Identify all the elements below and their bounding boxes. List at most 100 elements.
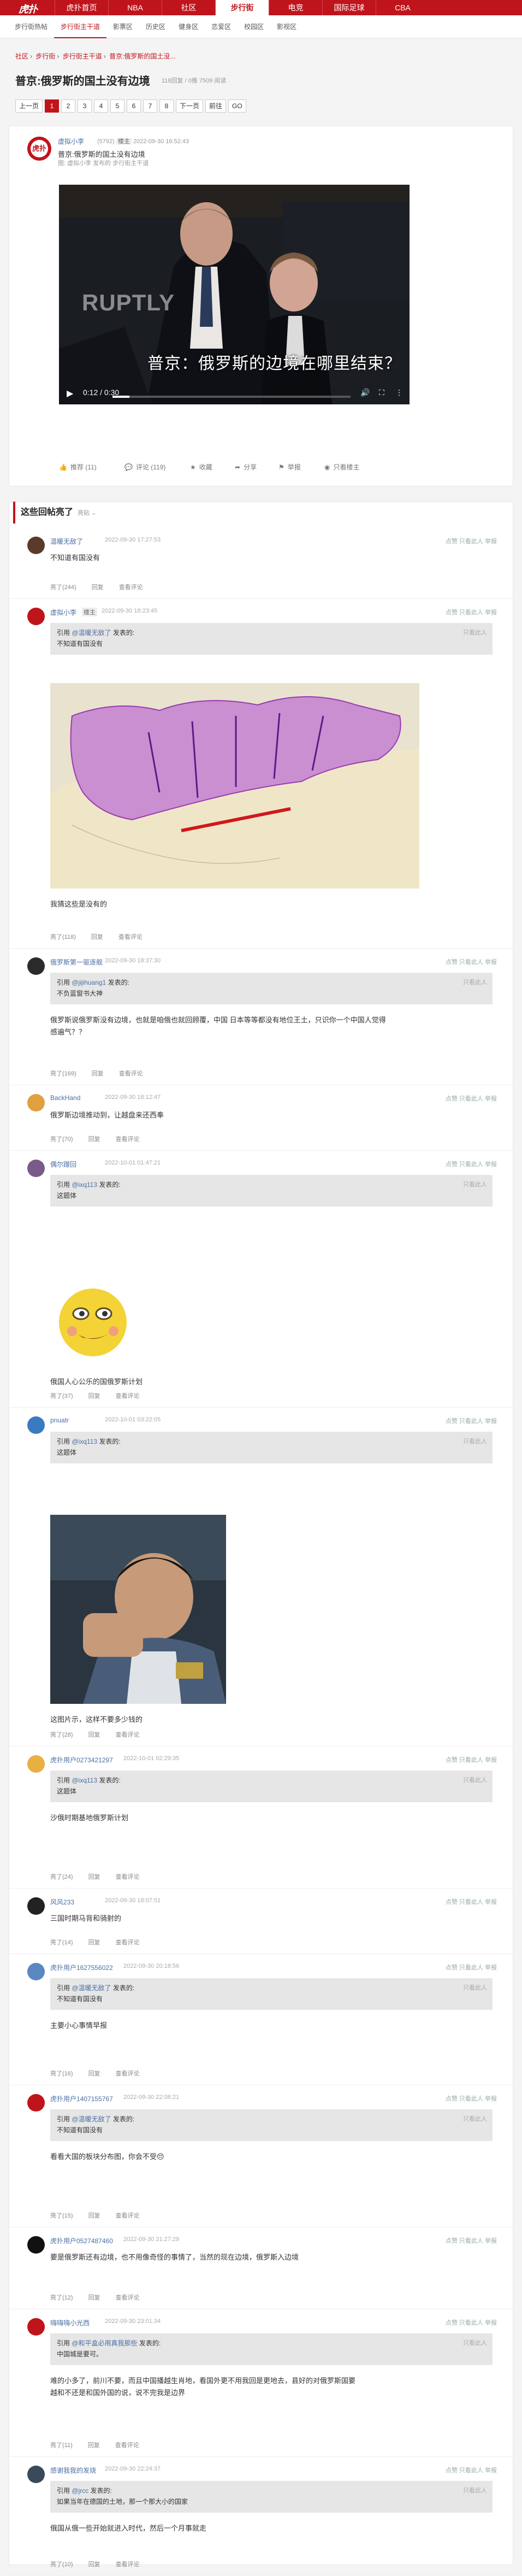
reply-actions[interactable]: 点赞 只看此人 举报 bbox=[446, 1160, 497, 1168]
reply-author[interactable]: 温暖无敌了 bbox=[50, 537, 83, 546]
nav-cba[interactable]: CBA bbox=[376, 0, 429, 15]
favorite-button[interactable]: ★ 收藏 bbox=[190, 462, 212, 472]
sub-hot[interactable]: 步行街热帖 bbox=[8, 15, 54, 38]
reply-actions[interactable]: 点赞 只看此人 举报 bbox=[446, 1897, 497, 1906]
quote-author[interactable]: @ixq113 bbox=[72, 1438, 97, 1445]
light-button[interactable]: 亮了(12) bbox=[50, 2293, 73, 2302]
page-8[interactable]: 8 bbox=[159, 99, 174, 113]
reply-button[interactable]: 回复 bbox=[88, 1391, 100, 1400]
avatar[interactable] bbox=[27, 537, 45, 554]
crumb-post[interactable]: 普京:俄罗斯的国土没... bbox=[109, 52, 175, 60]
avatar[interactable] bbox=[27, 2236, 45, 2254]
light-hint[interactable]: 亮贴 ⌄ bbox=[78, 510, 96, 516]
light-button[interactable]: 亮了(10) bbox=[50, 2560, 73, 2568]
reply-actions[interactable]: 点赞 只看此人 举报 bbox=[446, 608, 497, 616]
page-2[interactable]: 2 bbox=[61, 99, 76, 113]
view-comments-button[interactable]: 查看评论 bbox=[116, 2069, 140, 2078]
light-button[interactable]: 亮了(28) bbox=[50, 1730, 73, 1739]
fullscreen-icon[interactable]: ⛶ bbox=[379, 388, 384, 397]
reply-author[interactable]: 嗨嗨嗨小光西 bbox=[50, 2318, 90, 2327]
sub-campus[interactable]: 校园区 bbox=[238, 15, 270, 38]
view-comments-button[interactable]: 查看评论 bbox=[116, 1938, 140, 1946]
light-button[interactable]: 亮了(24) bbox=[50, 1872, 73, 1881]
view-comments-button[interactable]: 查看评论 bbox=[116, 1730, 140, 1739]
view-comments-button[interactable]: 查看评论 bbox=[116, 2211, 140, 2220]
author-name[interactable]: 虚拟小李 bbox=[58, 137, 84, 146]
sub-main[interactable]: 步行街主干道 bbox=[54, 15, 107, 38]
play-icon[interactable]: ▶ bbox=[67, 388, 73, 399]
quote-author[interactable]: @温暖无敌了 bbox=[72, 2115, 111, 2123]
reply-button[interactable]: 回复 bbox=[91, 932, 103, 941]
avatar[interactable] bbox=[27, 1094, 45, 1111]
reply-button[interactable]: 回复 bbox=[88, 1730, 100, 1739]
light-button[interactable]: 亮了(169) bbox=[50, 1069, 76, 1078]
sub-movie[interactable]: 影票区 bbox=[106, 15, 139, 38]
light-button[interactable]: 亮了(14) bbox=[50, 1938, 73, 1946]
reply-author[interactable]: pnuatr bbox=[50, 1416, 69, 1424]
view-comments-button[interactable]: 查看评论 bbox=[116, 1134, 140, 1143]
avatar[interactable] bbox=[27, 2318, 45, 2336]
reply-actions[interactable]: 点赞 只看此人 举报 bbox=[446, 2318, 497, 2327]
avatar[interactable] bbox=[27, 1755, 45, 1773]
reply-button[interactable]: 回复 bbox=[88, 2293, 100, 2302]
quote-author[interactable]: @jijihuang1 bbox=[72, 979, 106, 986]
quote-author[interactable]: @温暖无敌了 bbox=[72, 1984, 111, 1992]
view-comments-button[interactable]: 查看评论 bbox=[116, 2560, 140, 2568]
page-4[interactable]: 4 bbox=[94, 99, 109, 113]
reply-actions[interactable]: 点赞 只看此人 举报 bbox=[446, 1416, 497, 1425]
goto-button[interactable]: GO bbox=[228, 99, 246, 113]
avatar[interactable] bbox=[27, 1897, 45, 1915]
next-page-button[interactable]: 下一页 bbox=[176, 99, 204, 113]
avatar[interactable] bbox=[27, 608, 45, 625]
quote-author[interactable]: @ixq113 bbox=[72, 1181, 97, 1189]
volume-icon[interactable]: 🔊 bbox=[360, 388, 370, 397]
reply-actions[interactable]: 点赞 只看此人 举报 bbox=[446, 957, 497, 966]
nav-home[interactable]: 虎扑首页 bbox=[55, 0, 108, 15]
reply-actions[interactable]: 点赞 只看此人 举报 bbox=[446, 537, 497, 545]
avatar[interactable] bbox=[27, 2094, 45, 2112]
light-button[interactable]: 亮了(16) bbox=[50, 2069, 73, 2078]
hupu-logo[interactable]: 虎扑 bbox=[19, 2, 47, 15]
reply-author[interactable]: 虎扑用户1407155767 bbox=[50, 2094, 113, 2103]
reply-button[interactable]: 回复 bbox=[88, 1938, 100, 1946]
nav-nba[interactable]: NBA bbox=[108, 0, 162, 15]
light-button[interactable]: 亮了(37) bbox=[50, 1391, 73, 1400]
view-comments-button[interactable]: 查看评论 bbox=[116, 1391, 140, 1400]
avatar[interactable] bbox=[27, 2466, 45, 2483]
reply-author[interactable]: 虚拟小李 bbox=[50, 608, 76, 617]
sub-history[interactable]: 历史区 bbox=[139, 15, 172, 38]
reply-author[interactable]: 俄罗斯第一驱逐舰 bbox=[50, 957, 103, 967]
op-only-button[interactable]: ◉ 只看楼主 bbox=[324, 462, 360, 472]
video-progress-track[interactable] bbox=[112, 396, 351, 398]
comment-button[interactable]: 💬 评论 (119) bbox=[124, 462, 165, 472]
quote-author[interactable]: @温暖无敌了 bbox=[72, 629, 111, 637]
quote-author[interactable]: @ixq113 bbox=[72, 1777, 97, 1784]
view-comments-button[interactable]: 查看评论 bbox=[115, 2440, 139, 2449]
view-comments-button[interactable]: 查看评论 bbox=[119, 583, 143, 591]
reply-button[interactable]: 回复 bbox=[88, 2211, 100, 2220]
quote-author[interactable]: @jrcc bbox=[72, 2487, 88, 2495]
reply-button[interactable]: 回复 bbox=[88, 2440, 100, 2449]
page-5[interactable]: 5 bbox=[110, 99, 125, 113]
reply-actions[interactable]: 点赞 只看此人 举报 bbox=[446, 2466, 497, 2474]
page-3[interactable]: 3 bbox=[78, 99, 92, 113]
sub-fitness[interactable]: 健身区 bbox=[172, 15, 205, 38]
page-7[interactable]: 7 bbox=[143, 99, 158, 113]
crumb-bxj[interactable]: 步行街 bbox=[35, 52, 55, 60]
quote-author[interactable]: @和平盒必用真我那些 bbox=[72, 2339, 137, 2347]
view-comments-button[interactable]: 查看评论 bbox=[118, 932, 143, 941]
page-1[interactable]: 1 bbox=[45, 99, 60, 113]
crumb-main[interactable]: 步行街主干道 bbox=[63, 52, 102, 60]
reply-button[interactable]: 回复 bbox=[88, 1872, 100, 1881]
avatar[interactable] bbox=[27, 1963, 45, 1980]
more-icon[interactable]: ⋮ bbox=[395, 388, 403, 397]
view-comments-button[interactable]: 查看评论 bbox=[116, 2293, 140, 2302]
light-button[interactable]: 亮了(11) bbox=[50, 2440, 73, 2449]
nav-soccer[interactable]: 国际足球 bbox=[322, 0, 376, 15]
avatar[interactable] bbox=[27, 1160, 45, 1177]
page-6[interactable]: 6 bbox=[127, 99, 141, 113]
prev-page-button[interactable]: 上一页 bbox=[15, 99, 43, 113]
nav-community[interactable]: 社区 bbox=[162, 0, 215, 15]
light-button[interactable]: 亮了(244) bbox=[50, 583, 76, 591]
avatar[interactable] bbox=[27, 1416, 45, 1434]
